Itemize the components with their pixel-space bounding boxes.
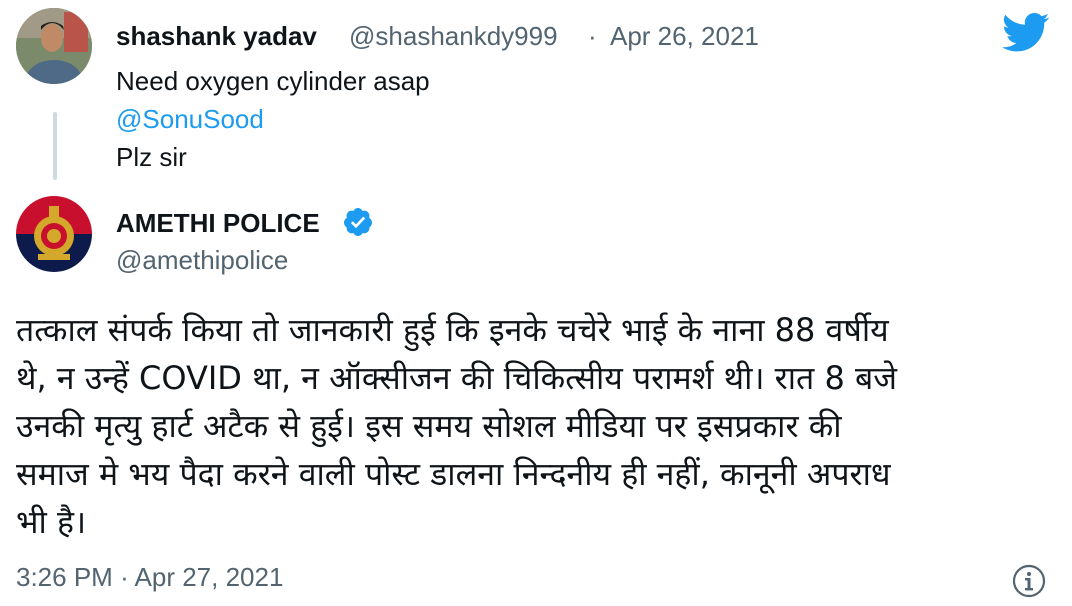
tweet-text-line: समाज मे भय पैदा करने वाली पोस्ट डालना नि… (16, 455, 891, 493)
reply-handle[interactable]: @shashankdy999 (349, 21, 558, 52)
twitter-bird-icon[interactable] (1002, 13, 1050, 53)
tweet-time: 3:26 PM (16, 562, 113, 592)
police-avatar[interactable] (16, 196, 92, 272)
mention-link[interactable]: @SonuSood (116, 104, 264, 135)
reply-display-name[interactable]: shashank yadav (116, 21, 317, 52)
tweet-text-line: भी है। (16, 503, 87, 541)
tweet-text: तत्काल संपर्क किया तो जानकारी हुई कि इनक… (16, 306, 1056, 546)
reply-separator: · (588, 21, 597, 51)
tweet-text-line: तत्काल संपर्क किया तो जानकारी हुई कि इनक… (16, 311, 889, 349)
user-avatar[interactable] (16, 8, 92, 84)
tweet-text-line: थे, न उन्हें COVID था, न ऑक्सीजन की चिकि… (16, 359, 897, 397)
tweet-timestamp[interactable]: 3:26 PM · Apr 27, 2021 (16, 562, 283, 593)
tweet-display-name[interactable]: AMETHI POLICE (116, 208, 320, 239)
info-icon[interactable] (1012, 564, 1046, 598)
tweet-text-line: उनकी मृत्यु हार्ट अटैक से हुई। इस समय सो… (16, 407, 842, 445)
verified-badge-icon (342, 206, 374, 238)
tweet-date: Apr 27, 2021 (134, 562, 284, 592)
reply-date[interactable]: Apr 26, 2021 (610, 21, 759, 52)
tweet-handle[interactable]: @amethipolice (116, 245, 288, 276)
tweet-separator: · (120, 562, 129, 592)
reply-text-line: Need oxygen cylinder asap (116, 66, 430, 96)
thread-connector-line (53, 112, 57, 180)
reply-text-line: Plz sir (116, 142, 187, 172)
